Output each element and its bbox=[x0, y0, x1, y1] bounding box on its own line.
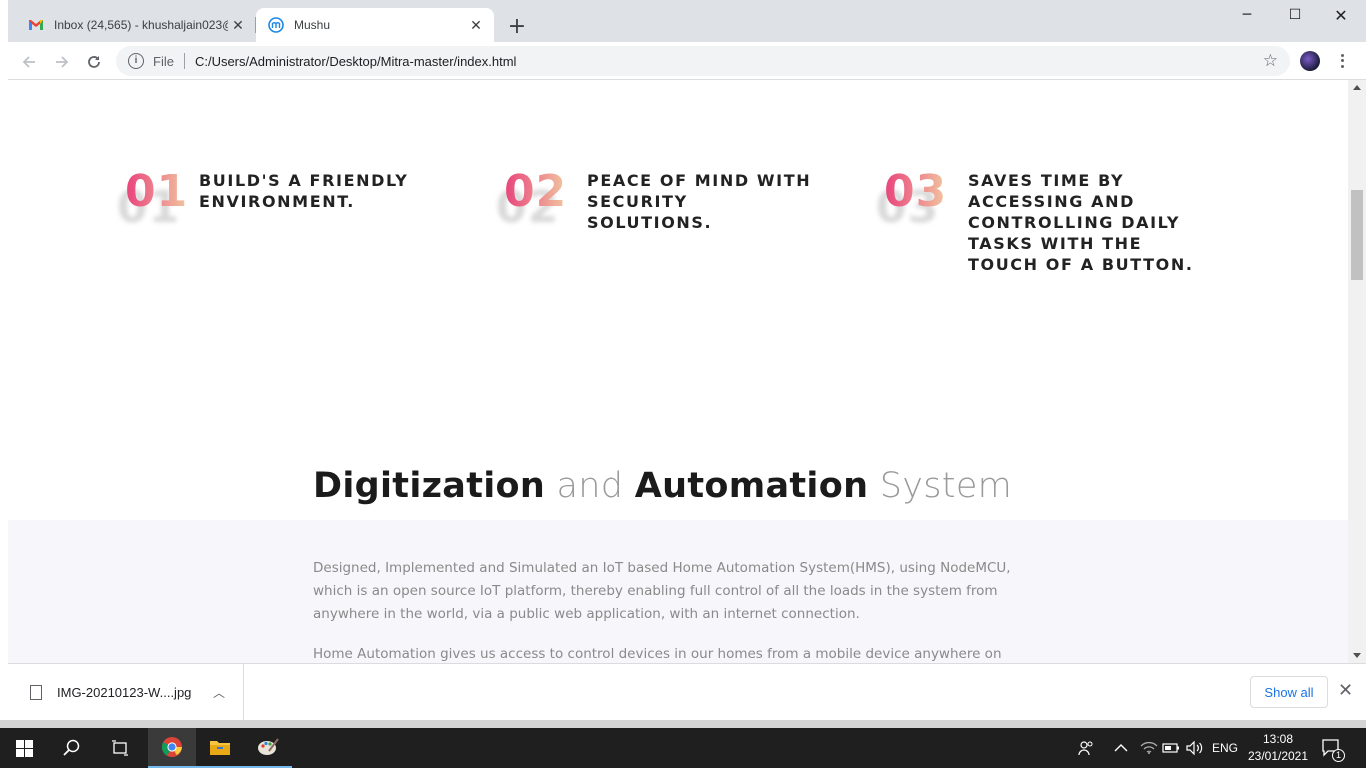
feature-item: 03 03 SAVES TIME BY ACCESSING AND CONTRO… bbox=[876, 166, 1218, 275]
battery-icon[interactable] bbox=[1162, 728, 1180, 768]
file-explorer-icon[interactable] bbox=[196, 728, 244, 768]
bookmark-star-icon[interactable]: ☆ bbox=[1263, 51, 1278, 71]
scrollbar-thumb[interactable] bbox=[1351, 190, 1363, 280]
info-icon[interactable]: i bbox=[128, 53, 144, 69]
menu-dots-icon[interactable] bbox=[1334, 51, 1350, 71]
clock-time: 13:08 bbox=[1262, 732, 1294, 746]
scroll-up-arrow-icon[interactable] bbox=[1353, 85, 1361, 90]
tab-strip: Inbox (24,565) - khushaljain023@ ✕ Mushu… bbox=[8, 0, 1366, 42]
description-paragraph: Home Automation gives us access to contr… bbox=[313, 646, 1002, 662]
window-bottom-gap bbox=[0, 720, 1366, 728]
feature-number: 02 02 bbox=[496, 166, 568, 233]
people-icon[interactable] bbox=[1078, 728, 1094, 768]
vertical-scrollbar[interactable] bbox=[1348, 80, 1366, 663]
tab-mushu[interactable]: Mushu ✕ bbox=[256, 8, 494, 42]
chevron-up-icon[interactable] bbox=[1114, 728, 1128, 768]
description-paragraph: Designed, Implemented and Simulated an I… bbox=[313, 560, 1011, 622]
forward-arrow-icon[interactable] bbox=[51, 51, 73, 73]
section-heading: Digitization and Automation System bbox=[313, 466, 1013, 506]
feature-number: 03 03 bbox=[876, 166, 948, 233]
notification-center-icon[interactable]: 1 bbox=[1322, 728, 1345, 768]
windows-taskbar: ENG 13:08 23/01/2021 1 bbox=[0, 728, 1366, 768]
url-text: C:/Users/Administrator/Desktop/Mitra-mas… bbox=[194, 53, 517, 69]
wifi-icon[interactable] bbox=[1140, 728, 1158, 768]
browser-toolbar: i File C:/Users/Administrator/Desktop/Mi… bbox=[8, 42, 1366, 80]
maximize-button[interactable]: ☐ bbox=[1272, 0, 1318, 30]
page-content: 01 01 BUILD'S A FRIENDLY ENVIRONMENT. 02… bbox=[8, 80, 1366, 663]
volume-icon[interactable] bbox=[1186, 728, 1204, 768]
feature-text: BUILD'S A FRIENDLY ENVIRONMENT. bbox=[199, 171, 409, 211]
address-divider bbox=[183, 53, 185, 69]
close-tab-icon[interactable]: ✕ bbox=[466, 15, 486, 35]
chevron-up-icon[interactable]: ︿ bbox=[213, 684, 225, 701]
feature-text: PEACE OF MIND WITH SECURITY SOLUTIONS. bbox=[587, 171, 812, 232]
scheme-label: File bbox=[153, 53, 174, 69]
feature-text: SAVES TIME BY ACCESSING AND CONTROLLING … bbox=[968, 171, 1194, 274]
close-window-button[interactable]: ✕ bbox=[1318, 0, 1364, 30]
paint-icon[interactable] bbox=[244, 728, 292, 768]
tab-title: Mushu bbox=[294, 18, 331, 32]
chrome-icon[interactable] bbox=[148, 728, 196, 768]
clock-date: 23/01/2021 bbox=[1247, 749, 1309, 763]
feature-number: 01 01 bbox=[117, 166, 189, 233]
reload-icon[interactable] bbox=[83, 51, 105, 73]
close-download-shelf-icon[interactable]: ✕ bbox=[1338, 682, 1353, 700]
language-indicator[interactable]: ENG bbox=[1212, 728, 1238, 768]
feature-item: 02 02 PEACE OF MIND WITH SECURITY SOLUTI… bbox=[496, 166, 817, 233]
minimize-button[interactable]: ─ bbox=[1224, 0, 1270, 30]
scroll-down-arrow-icon[interactable] bbox=[1353, 653, 1361, 658]
browser-window: Inbox (24,565) - khushaljain023@ ✕ Mushu… bbox=[8, 0, 1366, 720]
notification-count-badge: 1 bbox=[1332, 749, 1345, 762]
tab-title: Inbox (24,565) - khushaljain023@ bbox=[54, 18, 228, 32]
gmail-icon bbox=[28, 17, 44, 33]
tab-gmail[interactable]: Inbox (24,565) - khushaljain023@ ✕ bbox=[16, 8, 256, 42]
new-tab-button[interactable]: + bbox=[504, 13, 530, 39]
address-bar[interactable]: i File C:/Users/Administrator/Desktop/Mi… bbox=[116, 46, 1290, 76]
close-tab-icon[interactable]: ✕ bbox=[228, 15, 248, 35]
system-clock[interactable]: 13:08 23/01/2021 bbox=[1238, 731, 1318, 765]
mushu-logo-icon bbox=[268, 17, 284, 33]
back-arrow-icon[interactable] bbox=[18, 51, 40, 73]
file-icon bbox=[30, 684, 42, 700]
profile-avatar[interactable] bbox=[1300, 51, 1320, 71]
windows-start-icon[interactable] bbox=[0, 728, 48, 768]
feature-item: 01 01 BUILD'S A FRIENDLY ENVIRONMENT. bbox=[117, 166, 409, 233]
download-shelf: IMG-20210123-W....jpg ︿ Show all ✕ bbox=[8, 663, 1366, 720]
task-view-icon[interactable] bbox=[96, 728, 144, 768]
search-icon[interactable] bbox=[48, 728, 96, 768]
show-all-button[interactable]: Show all bbox=[1250, 676, 1328, 708]
download-file-name: IMG-20210123-W....jpg bbox=[57, 684, 192, 700]
download-item[interactable]: IMG-20210123-W....jpg ︿ bbox=[8, 664, 244, 720]
